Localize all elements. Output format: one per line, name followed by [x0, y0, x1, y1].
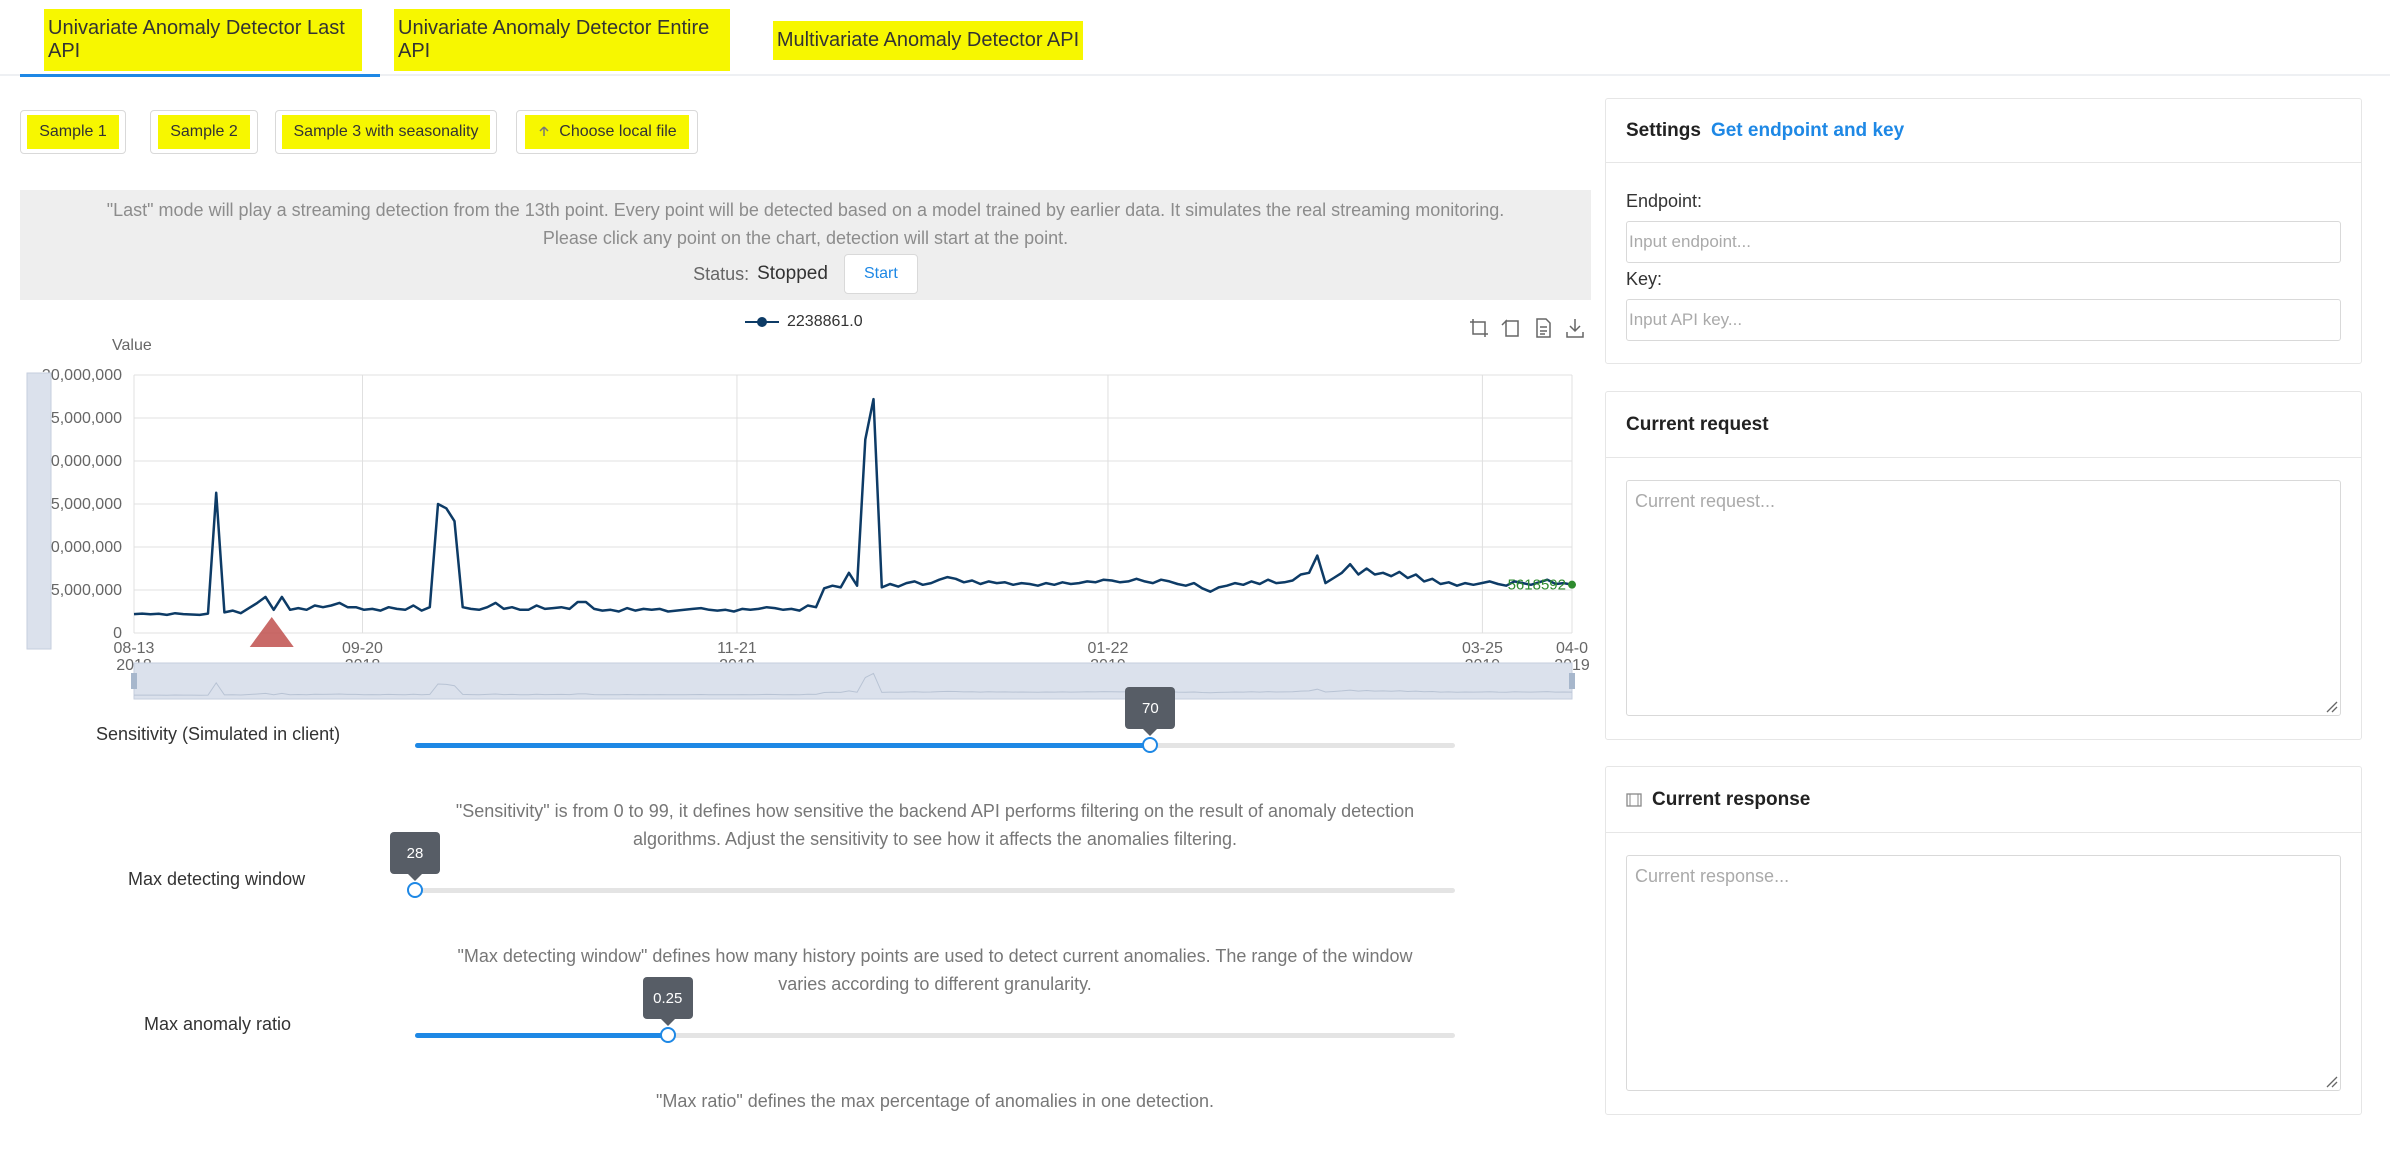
y-axis-label: Value	[112, 337, 152, 354]
tab-label: Univariate Anomaly Detector Entire API	[394, 9, 730, 71]
sample-3-button[interactable]: Sample 3 with seasonality	[275, 110, 497, 154]
sensitivity-desc-line-1: "Sensitivity" is from 0 to 99, it define…	[455, 801, 1415, 821]
ratio-fill	[415, 1033, 668, 1038]
y-tick-label: 20,000,000	[42, 453, 122, 470]
window-tooltip: 28	[390, 832, 440, 881]
info-line-2: Please click any point on the chart, det…	[542, 228, 1069, 248]
y-tick-label: 15,000,000	[42, 496, 122, 513]
sensitivity-desc-line-2: algorithms. Adjust the sensitivity to se…	[633, 829, 1237, 849]
sensitivity-thumb[interactable]	[1142, 737, 1159, 753]
key-label: Key:	[1626, 269, 1663, 289]
x-tick-label: 03-25	[1462, 640, 1503, 657]
request-title: Current request	[1626, 413, 1769, 435]
ratio-desc-line-1: "Max ratio" defines the max percentage o…	[655, 1091, 1215, 1111]
ratio-thumb[interactable]	[659, 1027, 676, 1043]
status-label: Status:	[693, 264, 750, 284]
window-label: Max detecting window	[128, 869, 306, 889]
mode-info-box: "Last" mode will play a streaming detect…	[20, 190, 1591, 300]
chart-area: 2238861.0 30,000,000 25,000,000 20,000,000…	[0, 305, 1600, 705]
sensitivity-slider[interactable]: 70	[415, 687, 1455, 753]
upload-icon	[539, 126, 549, 136]
sample-1-label: Sample 1	[27, 115, 119, 149]
sensitivity-label: Sensitivity (Simulated in client)	[96, 724, 341, 744]
request-header: Current request	[1606, 392, 2361, 458]
info-line-1: "Last" mode will play a streaming detect…	[106, 200, 1505, 220]
window-thumb[interactable]	[407, 882, 423, 898]
ratio-label: Max anomaly ratio	[144, 1014, 292, 1034]
api-key-input[interactable]: Input API key...	[1626, 299, 2341, 341]
sensitivity-fill	[415, 743, 1151, 748]
tab-univariate-last[interactable]: Univariate Anomaly Detector Last API	[44, 9, 362, 71]
request-placeholder: Current request...	[1635, 491, 1776, 511]
response-textarea[interactable]: Current response...	[1626, 855, 2341, 1091]
response-placeholder: Current response...	[1635, 866, 1790, 886]
sample-3-label: Sample 3 with seasonality	[281, 115, 491, 149]
response-header: Current response	[1606, 767, 2361, 833]
window-desc-line-1: "Max detecting window" defines how many …	[457, 946, 1413, 966]
y-tick-label: 5,000,000	[51, 582, 122, 599]
film-icon	[1626, 792, 1642, 807]
current-response-panel: Current response Current response...	[1605, 766, 2362, 1115]
y-tick-label: 30,000,000	[42, 367, 122, 384]
x-tick-label: 09-20	[342, 640, 383, 657]
x-tick-label: 11-21	[717, 640, 757, 657]
settings-header: Settings Get endpoint and key	[1606, 99, 2361, 163]
last-point-marker	[1568, 580, 1576, 589]
choose-local-file-button[interactable]: Choose local file	[516, 110, 698, 154]
request-textarea[interactable]: Current request...	[1626, 480, 2341, 716]
last-value-label: 5618592	[1508, 577, 1566, 594]
response-title: Current response	[1652, 788, 1811, 810]
x-zoom-right-handle	[1569, 673, 1575, 689]
endpoint-input[interactable]: Input endpoint...	[1626, 221, 2341, 263]
series-line	[133, 397, 1573, 617]
status-value: Stopped	[757, 263, 828, 284]
sensitivity-description: "Sensitivity" is from 0 to 99, it define…	[420, 797, 1450, 853]
sample-2-label: Sample 2	[158, 115, 250, 149]
tab-univariate-entire[interactable]: Univariate Anomaly Detector Entire API	[394, 9, 730, 71]
y-zoom-slider	[26, 372, 52, 650]
settings-panel: Settings Get endpoint and key Endpoint: …	[1605, 98, 2362, 364]
active-tab-indicator	[20, 74, 380, 77]
line-chart[interactable]: 30,000,000 25,000,000 20,000,000 15,000,000…	[0, 305, 1600, 705]
x-tick-label: 04-0	[1556, 640, 1588, 657]
resize-handle-icon[interactable]	[2324, 699, 2338, 713]
tab-bar: Univariate Anomaly Detector Last API Uni…	[0, 0, 2390, 77]
tab-multivariate[interactable]: Multivariate Anomaly Detector API	[768, 20, 1088, 60]
endpoint-label: Endpoint:	[1626, 191, 1703, 211]
x-zoom-slider	[133, 662, 1573, 700]
ratio-description: "Max ratio" defines the max percentage o…	[420, 1087, 1450, 1115]
window-description: "Max detecting window" defines how many …	[420, 942, 1450, 998]
tab-label: Univariate Anomaly Detector Last API	[44, 9, 362, 71]
ratio-slider[interactable]: 0.25	[415, 977, 1455, 1043]
x-tick-label: 08-13	[114, 640, 155, 657]
settings-title: Settings	[1626, 119, 1701, 141]
x-tick-label: 01-22	[1087, 640, 1128, 657]
y-tick-label: 10,000,000	[42, 539, 122, 556]
choose-local-file-label: Choose local file	[559, 123, 677, 140]
sample-1-button[interactable]: Sample 1	[20, 110, 126, 154]
x-zoom-left-handle	[131, 673, 137, 689]
resize-handle-icon[interactable]	[2324, 1074, 2338, 1088]
y-tick-label: 25,000,000	[42, 410, 122, 427]
tab-label: Multivariate Anomaly Detector API	[772, 20, 1084, 60]
sample-2-button[interactable]: Sample 2	[150, 110, 258, 154]
start-button[interactable]: Start	[843, 254, 918, 294]
start-point-marker	[249, 617, 294, 647]
window-slider[interactable]: 28	[390, 832, 1455, 898]
get-endpoint-link[interactable]: Get endpoint and key	[1711, 120, 1904, 142]
ratio-tooltip: 0.25	[642, 977, 693, 1026]
window-desc-line-2: varies according to different granularit…	[778, 974, 1092, 994]
sensitivity-tooltip: 70	[1125, 687, 1176, 736]
current-request-panel: Current request Current request...	[1605, 391, 2362, 740]
